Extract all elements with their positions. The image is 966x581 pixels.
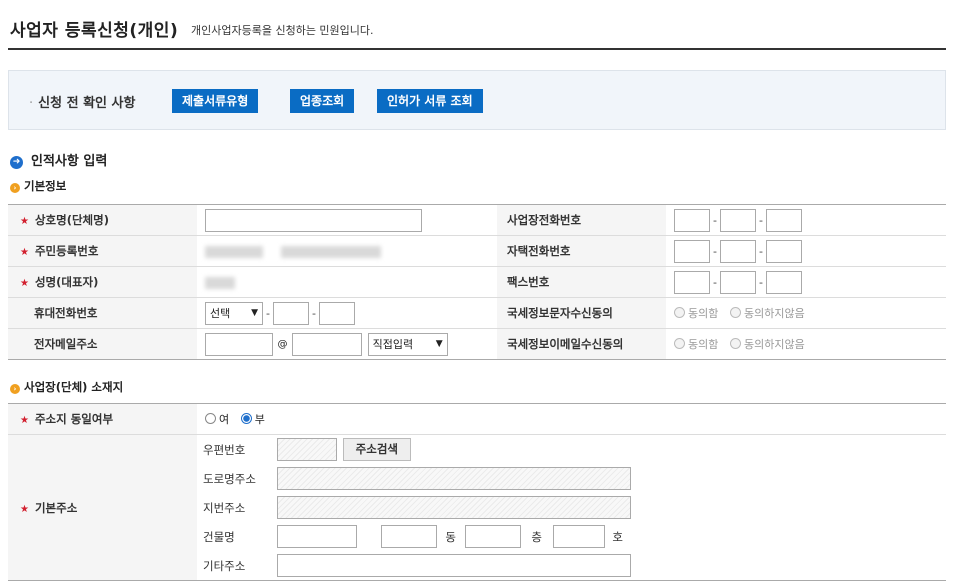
field-label: 국세정보문자수신동의 xyxy=(497,297,666,329)
field-label: 사업장전화번호 xyxy=(497,204,666,236)
lot-address-row: 지번주소 xyxy=(203,496,903,520)
email-domain-input[interactable] xyxy=(292,332,362,356)
page-title: 사업자 등록신청(개인) xyxy=(10,21,179,41)
required-star-icon: ★ xyxy=(20,216,29,227)
required-star-icon: ★ xyxy=(20,503,29,515)
arrow-circle-icon: › xyxy=(10,384,20,394)
basic-info-title: › 기본정보 xyxy=(10,178,66,194)
table-row: 휴대전화번호 선택 ▼ - - 국세정보문자수신동의 동의함 동의하지않음 xyxy=(8,297,946,329)
sms-consent-no-radio[interactable] xyxy=(730,307,742,318)
section-personal-title: ➜ 인적사항 입력 xyxy=(10,150,107,169)
table-row: ★ 상호명(단체명) 사업장전화번호 -- xyxy=(8,204,946,236)
field-label: ★ 주소지 동일여부 xyxy=(8,403,197,435)
etc-address-row: 기타주소 xyxy=(203,554,903,578)
required-star-icon: ★ xyxy=(20,415,29,426)
arrow-circle-icon: ➜ xyxy=(10,156,23,169)
company-name-input[interactable] xyxy=(205,208,422,232)
required-star-icon: ★ xyxy=(20,278,29,289)
field-label: ★ 상호명(단체명) xyxy=(8,204,197,236)
precheck-label: · 신청 전 확인 사항 xyxy=(29,96,136,111)
permit-document-lookup-button[interactable]: 인허가 서류 조회 xyxy=(377,89,483,113)
same-address-yes-radio[interactable] xyxy=(205,413,216,424)
same-address-no-radio[interactable] xyxy=(240,413,252,424)
field-label: 팩스번호 xyxy=(497,266,666,298)
home-phone-part1-input[interactable] xyxy=(674,239,710,263)
home-phone-part2-input[interactable] xyxy=(720,239,756,263)
building-dong-input[interactable] xyxy=(380,525,437,548)
mobile-part3-input[interactable] xyxy=(319,301,355,325)
field-label: ★ 기본주소 xyxy=(8,434,197,581)
redacted-resident-no xyxy=(205,245,263,258)
precheck-box: · 신청 전 확인 사항 제출서류유형 업종조회 인허가 서류 조회 xyxy=(8,70,946,130)
redacted-name xyxy=(205,276,235,289)
building-room-input[interactable] xyxy=(552,525,605,548)
mobile-prefix-select[interactable]: 선택 ▼ xyxy=(205,301,263,325)
arrow-circle-icon: › xyxy=(10,183,20,193)
table-row: ★ 성명(대표자) 팩스번호 -- xyxy=(8,266,946,298)
zipcode-input[interactable] xyxy=(277,438,337,461)
industry-lookup-button[interactable]: 업종조회 xyxy=(290,89,355,113)
fax-part3-input[interactable] xyxy=(766,270,802,294)
mobile-part2-input[interactable] xyxy=(273,301,309,325)
road-address-input[interactable] xyxy=(277,467,631,490)
table-row: ★ 주소지 동일여부 여 부 xyxy=(8,403,946,435)
field-label: 자택전화번호 xyxy=(497,235,666,267)
chevron-down-icon: ▼ xyxy=(435,338,443,349)
chevron-down-icon: ▼ xyxy=(251,307,258,318)
field-label: 국세정보이메일수신동의 xyxy=(497,328,666,360)
email-domain-select[interactable]: 직접입력 ▼ xyxy=(367,332,448,356)
home-phone-part3-input[interactable] xyxy=(766,239,802,263)
basic-info-table: ★ 상호명(단체명) 사업장전화번호 -- ★ 주민등록번호 자택전화번호 -- ★… xyxy=(8,204,946,360)
email-consent-no-radio[interactable] xyxy=(730,338,742,349)
bullet-dot-icon: · xyxy=(29,96,34,111)
building-floor-input[interactable] xyxy=(464,525,521,548)
address-search-button[interactable]: 주소검색 xyxy=(342,438,411,461)
lot-address-input[interactable] xyxy=(277,496,631,519)
page-description: 개인사업자등록을 신청하는 민원입니다. xyxy=(191,24,374,37)
address-table: ★ 주소지 동일여부 여 부 ★ 기본주소 우편번호 주소검색 도로명주소 지번주소… xyxy=(8,403,946,581)
required-star-icon: ★ xyxy=(20,247,29,258)
biz-phone-part1-input[interactable] xyxy=(674,208,710,232)
email-id-input[interactable] xyxy=(205,332,273,356)
road-address-row: 도로명주소 xyxy=(203,467,903,491)
submit-document-type-button[interactable]: 제출서류유형 xyxy=(172,89,259,113)
etc-address-input[interactable] xyxy=(277,554,631,577)
building-row: 건물명 동층호 xyxy=(203,525,903,549)
fax-part1-input[interactable] xyxy=(674,270,710,294)
table-row: 전자메일주소 @ 직접입력 ▼ 국세정보이메일수신동의 동의함 동의하지않음 xyxy=(8,328,946,360)
fax-part2-input[interactable] xyxy=(720,270,756,294)
field-label: 전자메일주소 xyxy=(8,328,197,360)
biz-phone-part2-input[interactable] xyxy=(720,208,756,232)
building-name-input[interactable] xyxy=(277,525,357,548)
biz-phone-part3-input[interactable] xyxy=(766,208,802,232)
table-row: ★ 기본주소 우편번호 주소검색 도로명주소 지번주소 건물명 동층호 기타주소 xyxy=(8,434,946,581)
field-label: ★ 성명(대표자) xyxy=(8,266,197,298)
zipcode-row: 우편번호 주소검색 xyxy=(203,438,903,462)
redacted-resident-no xyxy=(280,245,381,258)
sms-consent-yes-radio[interactable] xyxy=(674,307,685,318)
table-row: ★ 주민등록번호 자택전화번호 -- xyxy=(8,235,946,267)
address-section-title: › 사업장(단체) 소재지 xyxy=(10,379,123,395)
field-label: ★ 주민등록번호 xyxy=(8,235,197,267)
email-consent-yes-radio[interactable] xyxy=(674,338,685,349)
field-label: 휴대전화번호 xyxy=(8,297,197,329)
page-header: 사업자 등록신청(개인) 개인사업자등록을 신청하는 민원입니다. xyxy=(8,14,946,50)
